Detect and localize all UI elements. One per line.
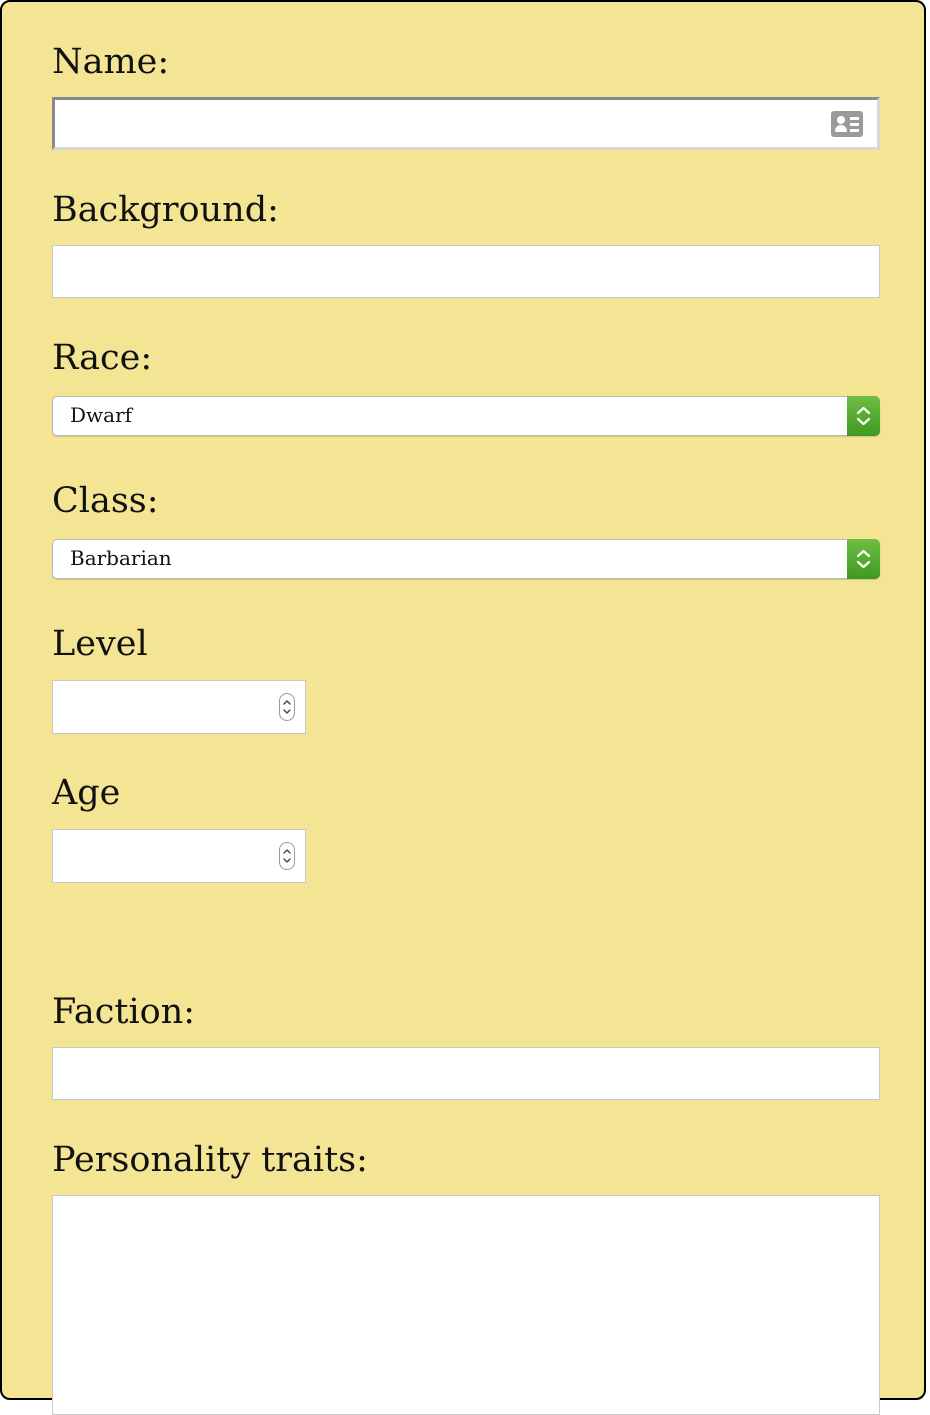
level-label: Level [52, 624, 148, 664]
name-label: Name: [52, 42, 170, 82]
age-label: Age [52, 773, 121, 813]
background-input[interactable] [52, 245, 880, 298]
level-input[interactable] [52, 680, 306, 734]
faction-input[interactable] [52, 1047, 880, 1100]
age-input[interactable] [52, 829, 306, 883]
race-select[interactable]: Dwarf [52, 396, 880, 436]
age-stepper-icon[interactable] [279, 842, 295, 870]
personality-traits-label: Personality traits: [52, 1140, 368, 1180]
select-arrows-icon [847, 539, 880, 579]
level-stepper-icon[interactable] [279, 693, 295, 721]
name-input[interactable] [52, 97, 880, 150]
background-label: Background: [52, 190, 279, 230]
select-arrows-icon [847, 396, 880, 436]
faction-label: Faction: [52, 992, 196, 1032]
class-select[interactable]: Barbarian [52, 539, 880, 579]
contact-card-icon[interactable] [831, 111, 863, 137]
class-selected-value: Barbarian [70, 546, 172, 570]
race-selected-value: Dwarf [70, 403, 133, 427]
race-label: Race: [52, 338, 153, 378]
personality-traits-textarea[interactable] [52, 1195, 880, 1415]
class-label: Class: [52, 481, 159, 521]
character-form-panel: Name: Background: Race: Dwarf Class: Bar… [0, 0, 926, 1415]
